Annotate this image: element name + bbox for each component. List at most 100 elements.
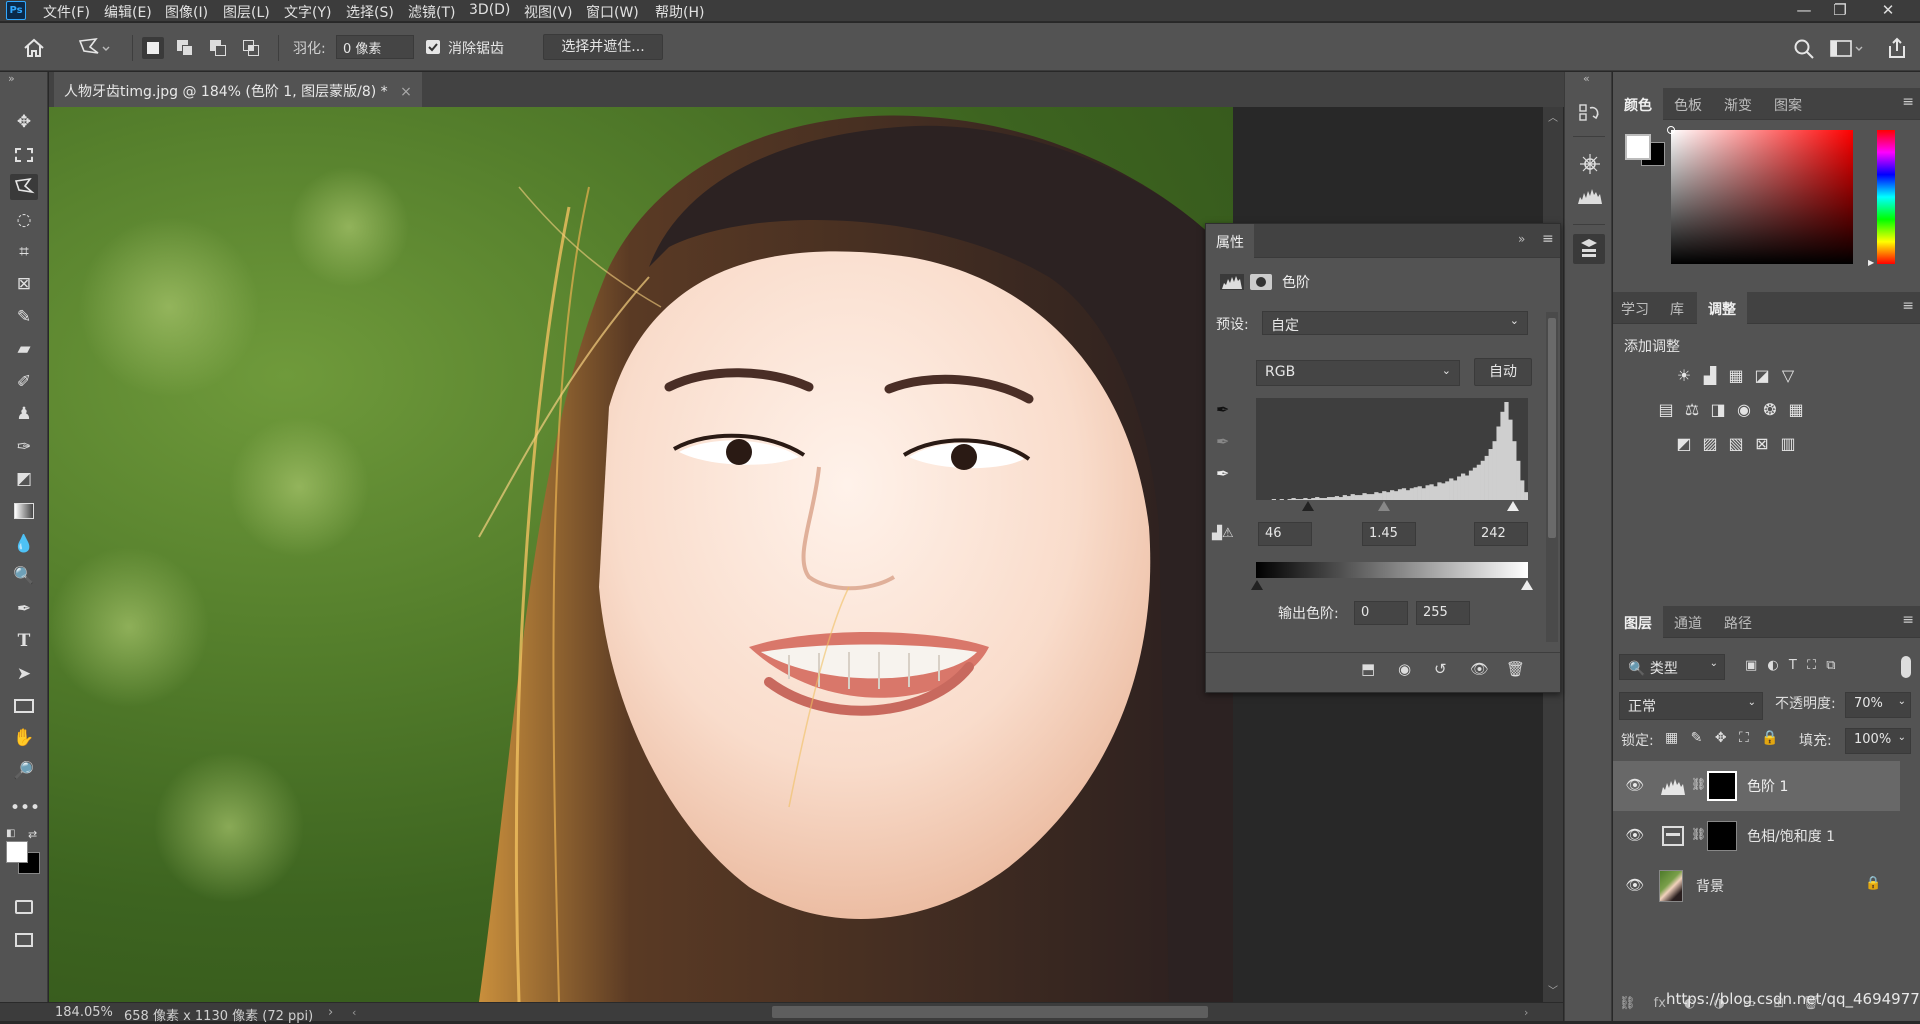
color-field[interactable] (1667, 126, 1853, 264)
menu-item[interactable]: 选择(S) (346, 2, 394, 22)
view-previous-state-icon[interactable]: ◉ (1398, 660, 1411, 678)
search-icon[interactable] (1793, 38, 1815, 60)
channel-select[interactable]: RGB ⌄ (1256, 360, 1460, 386)
filter-toggle[interactable] (1901, 656, 1911, 678)
new-selection-button[interactable] (142, 37, 164, 59)
collapse-icon[interactable]: » (1518, 232, 1525, 246)
curves-icon[interactable]: ▦ (1725, 366, 1747, 386)
more-tools-icon[interactable]: ••• (10, 795, 40, 821)
menu-item[interactable]: 文字(Y) (284, 2, 331, 22)
layer-mask-thumb[interactable] (1707, 821, 1737, 851)
scroll-right-icon[interactable]: › (1524, 1006, 1528, 1019)
collapse-panels-icon[interactable]: « (1583, 72, 1590, 85)
properties-panel-toggle[interactable] (1573, 234, 1605, 264)
tab-layers[interactable]: 图层 (1613, 606, 1663, 638)
brush-tool-icon[interactable]: ✐ (10, 369, 38, 395)
tab-close-icon[interactable]: × (400, 84, 412, 100)
layer-row-background[interactable]: 👁 背景 🔒 (1613, 861, 1900, 911)
frame-tool-icon[interactable]: ⊠ (10, 271, 38, 297)
menu-item[interactable]: 图像(I) (165, 2, 208, 22)
levels-icon[interactable]: ▟ (1699, 366, 1721, 386)
history-panel-icon[interactable] (1578, 102, 1602, 128)
foreground-color-swatch[interactable] (6, 841, 28, 863)
reset-icon[interactable]: ↺ (1434, 660, 1447, 678)
tab-gradients[interactable]: 渐变 (1713, 88, 1763, 120)
visibility-eye-icon[interactable]: 👁 (1625, 826, 1645, 846)
layers-panel-menu-icon[interactable]: ≡ (1902, 612, 1914, 628)
input-white-slider[interactable] (1507, 501, 1519, 511)
feather-input[interactable]: 0 像素 (336, 35, 414, 59)
rectangle-tool-icon[interactable] (10, 693, 38, 719)
dodge-tool-icon[interactable]: 🔍 (10, 563, 38, 589)
visibility-eye-icon[interactable]: 👁 (1625, 776, 1645, 796)
link-icon[interactable]: ⛓ (1691, 827, 1706, 841)
exposure-icon[interactable]: ◪ (1751, 366, 1773, 386)
zoom-tool-icon[interactable]: 🔎 (10, 758, 38, 784)
tab-channels[interactable]: 通道 (1663, 606, 1713, 638)
photo-filter-icon[interactable]: ◉ (1733, 400, 1755, 420)
output-white-slider[interactable] (1521, 580, 1533, 590)
type-tool-icon[interactable]: T (10, 628, 38, 654)
path-selection-tool-icon[interactable]: ➤ (10, 661, 38, 687)
fill-input[interactable]: 100% ⌄ (1845, 728, 1911, 754)
menu-item[interactable]: 窗口(W) (586, 2, 639, 22)
hue-slider[interactable] (1877, 130, 1895, 264)
status-arrow-icon[interactable]: › (328, 1005, 333, 1020)
select-and-mask-button[interactable]: 选择并遮住... (543, 34, 663, 60)
color-balance-icon[interactable]: ⚖ (1681, 400, 1703, 420)
toggle-visibility-icon[interactable]: 👁 (1470, 660, 1489, 678)
link-icon[interactable]: ⛓ (1691, 777, 1706, 791)
layer-row-hue-saturation[interactable]: 👁 ⛓ 色相/饱和度 1 (1613, 811, 1900, 861)
adjust-panel-menu-icon[interactable]: ≡ (1902, 298, 1914, 314)
brightness-contrast-icon[interactable]: ☀ (1673, 366, 1695, 386)
swap-colors-icon[interactable]: ⇄ (28, 828, 37, 841)
hue-slider-arrow-icon[interactable]: ▶ (1868, 258, 1874, 267)
menu-item[interactable]: 3D(D) (469, 2, 510, 18)
quick-selection-tool-icon[interactable]: ◌ (10, 207, 38, 233)
histogram-panel-icon[interactable] (1577, 187, 1603, 205)
default-colors-icon[interactable]: ◧ (6, 828, 15, 839)
layer-filter-icons[interactable]: ▣ ◐ T ⛶ ⧉ (1745, 658, 1835, 673)
intersect-selection-button[interactable] (240, 37, 262, 59)
add-selection-button[interactable] (174, 37, 196, 59)
layer-name[interactable]: 色相/饱和度 1 (1747, 826, 1835, 846)
quick-mask-icon[interactable] (10, 894, 38, 920)
vibrance-icon[interactable]: ▽ (1777, 366, 1799, 386)
document-tab[interactable]: 人物牙齿timg.jpg @ 184% (色阶 1, 图层蒙版/8) * × (54, 72, 422, 107)
subtract-selection-button[interactable] (207, 37, 229, 59)
input-gamma-slider[interactable] (1378, 501, 1390, 511)
clip-to-layer-icon[interactable]: ⬒ (1361, 660, 1375, 678)
tab-adjustments[interactable]: 调整 (1697, 292, 1747, 324)
hue-saturation-icon[interactable]: ▤ (1655, 400, 1677, 420)
black-point-eyedropper-icon[interactable]: ✒ (1216, 400, 1229, 419)
layer-mask-icon[interactable] (1250, 274, 1272, 290)
gradient-map-icon[interactable]: ▥ (1777, 434, 1799, 454)
color-panel-menu-icon[interactable]: ≡ (1902, 94, 1914, 110)
preset-select[interactable]: 自定 ⌄ (1262, 311, 1528, 335)
tab-swatches[interactable]: 色板 (1663, 88, 1713, 120)
clipping-warning-icon[interactable]: ▟⚠ (1212, 526, 1234, 541)
menu-item[interactable]: 图层(L) (223, 2, 270, 22)
layer-row-levels[interactable]: 👁 ⛓ 色阶 1 (1613, 761, 1900, 811)
fg-color-swatch[interactable] (1625, 134, 1651, 160)
gradient-tool-icon[interactable] (10, 498, 38, 524)
pen-tool-icon[interactable]: ✒ (10, 596, 38, 622)
gray-point-eyedropper-icon[interactable]: ✒ (1216, 432, 1229, 451)
workspace-icon[interactable] (1830, 39, 1866, 59)
input-white-field[interactable]: 242 (1474, 522, 1528, 546)
minimize-button[interactable]: — (1786, 0, 1822, 22)
close-button[interactable]: ✕ (1870, 0, 1906, 22)
tab-color[interactable]: 颜色 (1613, 88, 1663, 120)
properties-menu-icon[interactable]: ≡ (1542, 231, 1554, 247)
properties-scrollbar[interactable] (1546, 312, 1558, 642)
menu-item[interactable]: 滤镜(T) (408, 2, 455, 22)
input-gamma-field[interactable]: 1.45 (1362, 522, 1416, 546)
eraser-tool-icon[interactable]: ◩ (10, 466, 38, 492)
layer-name[interactable]: 背景 (1696, 876, 1724, 896)
input-black-slider[interactable] (1302, 501, 1314, 511)
opacity-input[interactable]: 70% ⌄ (1845, 692, 1911, 718)
hand-tool-icon[interactable]: ✋ (10, 725, 38, 751)
blend-mode-select[interactable]: 正常 ⌄ (1619, 692, 1763, 720)
tab-learn[interactable]: 学习 (1613, 292, 1657, 324)
layer-image-thumb[interactable] (1659, 870, 1683, 902)
